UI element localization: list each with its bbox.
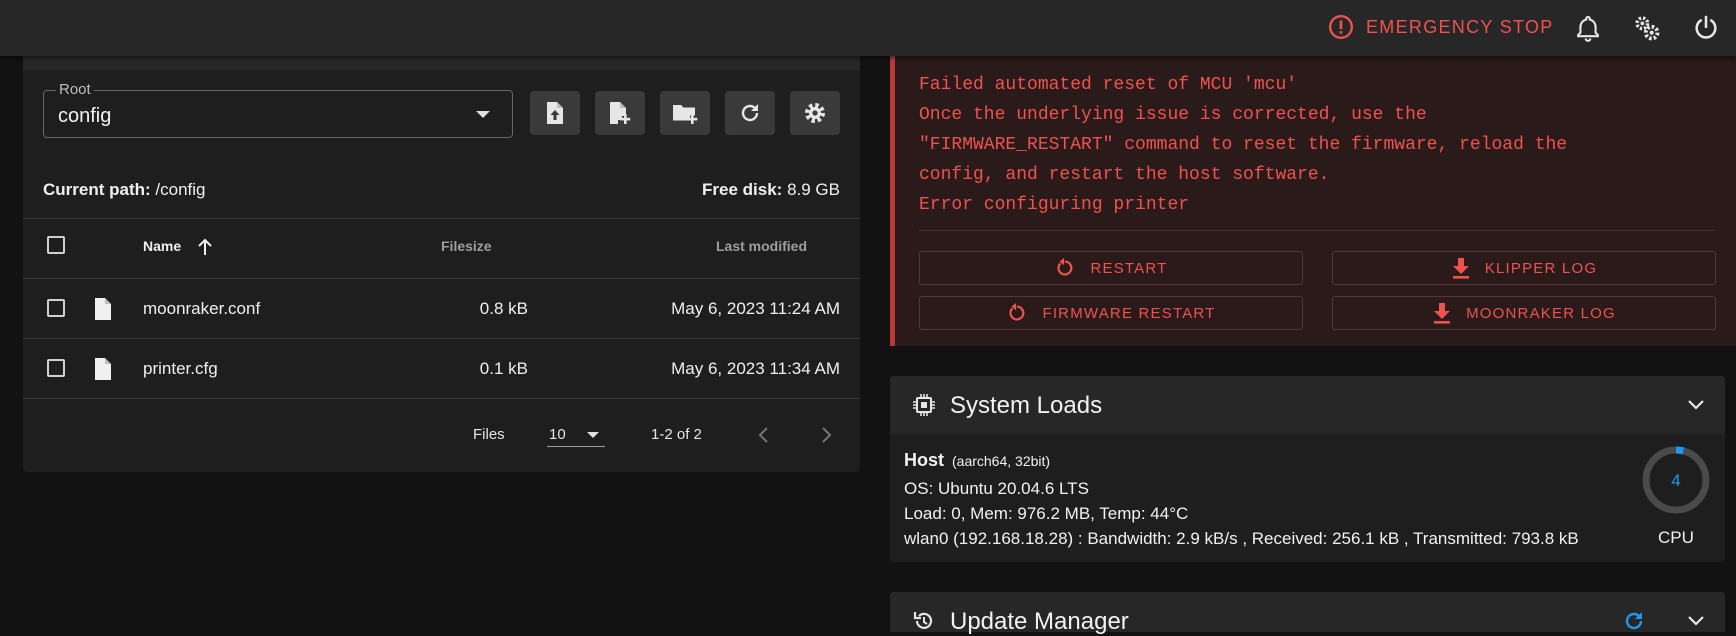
host-heading: Host (aarch64, 32bit)	[904, 450, 1050, 471]
refresh-icon[interactable]	[1622, 609, 1646, 633]
download-icon	[1452, 258, 1469, 279]
error-line: Once the underlying issue is corrected, …	[919, 105, 1427, 125]
system-loads-header[interactable]: System Loads	[890, 376, 1725, 434]
row-checkbox[interactable]	[47, 299, 65, 317]
chevron-down-icon	[1688, 400, 1704, 410]
cpu-gauge: 4	[1642, 446, 1710, 514]
cpu-value: 4	[1671, 471, 1680, 490]
file-modified: May 6, 2023 11:24 AM	[671, 299, 840, 318]
file-size: 0.1 kB	[479, 359, 528, 378]
update-manager-header[interactable]: Update Manager	[890, 592, 1725, 635]
file-upload-icon	[547, 102, 563, 124]
error-line: Error configuring printer	[919, 195, 1190, 215]
file-name: moonraker.conf	[143, 299, 261, 318]
host-load: Load: 0, Mem: 976.2 MB, Temp: 44°C	[904, 504, 1189, 523]
klipper-log-label: KLIPPER LOG	[1484, 259, 1598, 277]
card-header-strip	[23, 56, 860, 70]
column-header-name[interactable]: Name	[143, 238, 213, 256]
divider	[23, 218, 860, 219]
file-plus-icon	[610, 102, 631, 124]
refresh-icon	[741, 104, 759, 122]
next-page-button[interactable]	[815, 424, 837, 446]
restart-icon	[1009, 302, 1025, 321]
error-message: Failed automated reset of MCU 'mcu' Once …	[919, 70, 1567, 220]
chevron-down-icon[interactable]	[1687, 614, 1705, 628]
free-disk-value: 8.9 GB	[787, 180, 840, 199]
host-os: OS: Ubuntu 20.04.6 LTS	[904, 479, 1089, 498]
moonraker-log-button[interactable]: MOONRAKER LOG	[1332, 296, 1716, 330]
current-path-value: /config	[155, 180, 206, 199]
error-line: "FIRMWARE_RESTART" command to reset the …	[919, 135, 1568, 155]
chip-icon	[913, 394, 935, 416]
system-loads-title: System Loads	[950, 392, 1103, 419]
table-row[interactable]: printer.cfg 0.1 kB May 6, 2023 11:34 AM	[23, 339, 860, 399]
file-size: 0.8 kB	[479, 299, 528, 318]
file-icon	[95, 298, 111, 320]
column-header-filesize[interactable]: Filesize	[441, 238, 492, 254]
current-path: Current path: /config	[43, 180, 206, 200]
page-range: 1-2 of 2	[651, 426, 702, 443]
host-network: wlan0 (192.168.18.28) : Bandwidth: 2.9 k…	[904, 529, 1579, 548]
create-folder-button[interactable]	[660, 91, 710, 135]
root-select-label: Root	[56, 81, 94, 98]
file-name: printer.cfg	[143, 359, 218, 378]
table-row[interactable]: moonraker.conf 0.8 kB May 6, 2023 11:24 …	[23, 279, 860, 339]
create-file-button[interactable]	[595, 91, 645, 135]
update-manager-title: Update Manager	[950, 608, 1129, 635]
firmware-restart-button[interactable]: FIRMWARE RESTART	[919, 296, 1303, 330]
column-header-last-modified[interactable]: Last modified	[716, 238, 807, 254]
restart-button[interactable]: RESTART	[919, 251, 1303, 285]
host-label: Host	[904, 450, 944, 470]
error-line: Failed automated reset of MCU 'mcu'	[919, 75, 1298, 95]
chevron-down-icon	[476, 111, 490, 118]
restart-icon	[1057, 257, 1073, 276]
cogs-icon[interactable]	[1633, 14, 1661, 42]
per-page-value: 10	[549, 426, 566, 443]
divider	[23, 398, 860, 399]
free-disk-label: Free disk:	[702, 180, 783, 199]
free-disk: Free disk: 8.9 GB	[702, 180, 840, 200]
upload-file-button[interactable]	[530, 91, 580, 135]
divider	[919, 230, 1714, 231]
arrow-up-icon	[198, 238, 212, 256]
power-icon[interactable]	[1692, 14, 1720, 42]
file-modified: May 6, 2023 11:34 AM	[671, 359, 840, 378]
folder-plus-icon	[673, 105, 698, 124]
app-bar: EMERGENCY STOP	[0, 0, 1736, 56]
settings-button[interactable]	[790, 91, 840, 135]
select-all-checkbox[interactable]	[47, 236, 65, 254]
alert-circle-icon	[1328, 14, 1354, 40]
restart-label: RESTART	[1090, 259, 1168, 277]
file-icon	[95, 358, 111, 380]
firmware-restart-label: FIRMWARE RESTART	[1042, 304, 1216, 322]
klipper-log-button[interactable]: KLIPPER LOG	[1332, 251, 1716, 285]
chevron-left-icon	[758, 427, 768, 443]
per-page-label: Files	[473, 426, 505, 443]
notifications-bell-icon[interactable]	[1574, 14, 1602, 42]
chevron-down-icon	[587, 432, 599, 438]
error-line: config, and restart the host software.	[919, 165, 1330, 185]
download-icon	[1434, 303, 1451, 324]
per-page-select[interactable]: 10	[547, 416, 605, 447]
current-path-label: Current path:	[43, 180, 151, 199]
chevron-right-icon	[822, 427, 832, 443]
moonraker-log-label: MOONRAKER LOG	[1466, 304, 1616, 322]
cpu-label: CPU	[1658, 528, 1694, 547]
emergency-stop-label: EMERGENCY STOP	[1366, 16, 1554, 37]
root-select-value: config	[58, 105, 112, 127]
error-alert: Failed automated reset of MCU 'mcu' Once …	[890, 56, 1736, 346]
refresh-button[interactable]	[725, 91, 775, 135]
row-checkbox[interactable]	[47, 359, 65, 377]
previous-page-button[interactable]	[753, 424, 775, 446]
emergency-stop-button[interactable]: EMERGENCY STOP	[1328, 14, 1554, 40]
update-history-icon	[913, 612, 933, 629]
settings-icon	[804, 102, 826, 124]
file-browser-card: Root config Current path: /config Free d…	[23, 56, 860, 472]
host-arch: (aarch64, 32bit)	[952, 453, 1051, 469]
column-name-label: Name	[143, 238, 182, 254]
system-loads-card: System Loads Host (aarch64, 32bit) OS: Ub…	[890, 376, 1725, 562]
root-select[interactable]: Root config	[43, 81, 513, 138]
